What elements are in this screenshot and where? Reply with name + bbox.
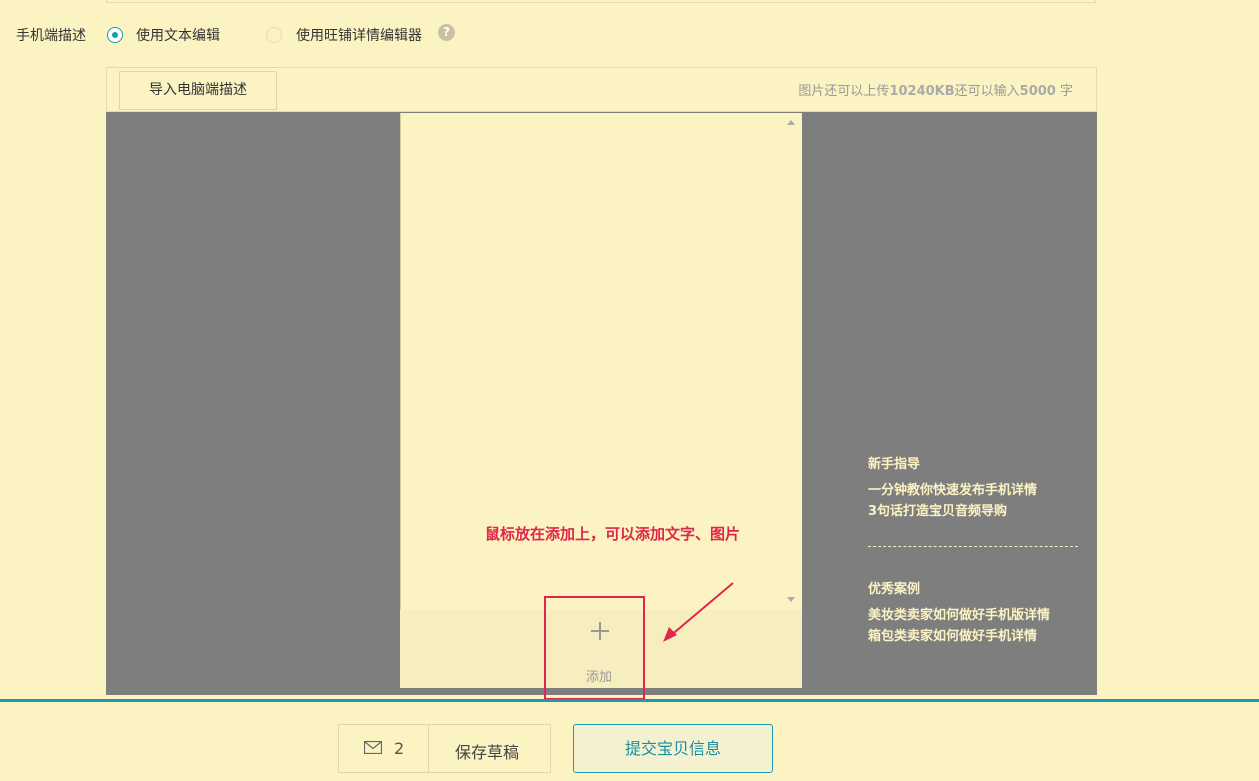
- mobile-desc-label: 手机端描述: [16, 28, 86, 44]
- message-button[interactable]: [338, 724, 429, 773]
- newbie-guide-link-2[interactable]: 3句话打造宝贝音频导购: [868, 500, 1007, 519]
- save-draft-button[interactable]: 保存草稿: [455, 739, 519, 763]
- scroll-down-icon[interactable]: [787, 597, 795, 602]
- footer-divider: [0, 699, 1259, 702]
- preview-scrollbar[interactable]: [783, 113, 802, 610]
- top-section-edge: [106, 0, 1096, 3]
- arrow-annotation-icon: [663, 582, 734, 642]
- quota-kb: 10240KB: [889, 84, 955, 99]
- annotation-tip: 鼠标放在添加上，可以添加文字、图片: [485, 525, 741, 543]
- cases-link-2[interactable]: 箱包类卖家如何做好手机详情: [868, 625, 1037, 644]
- radio-text-editor[interactable]: [107, 27, 123, 43]
- quota-suffix: 字: [1055, 84, 1073, 99]
- newbie-guide-link-1[interactable]: 一分钟教你快速发布手机详情: [868, 479, 1037, 498]
- radio-wangpu-editor[interactable]: [266, 27, 282, 43]
- guide-divider: [868, 546, 1078, 547]
- add-label[interactable]: 添加: [586, 666, 612, 685]
- quota-prefix: 图片还可以上传: [798, 84, 890, 99]
- cases-title: 优秀案例: [868, 582, 921, 597]
- message-count: 2: [394, 739, 405, 758]
- cases-link-1[interactable]: 美妆类卖家如何做好手机版详情: [868, 604, 1050, 623]
- scroll-up-icon[interactable]: [787, 120, 795, 125]
- quota-middle: 还可以输入: [954, 84, 1020, 99]
- quota-chars: 5000: [1019, 84, 1056, 99]
- upload-quota: 图片还可以上传10240KB还可以输入5000 字: [798, 80, 1073, 99]
- import-pc-desc-button[interactable]: 导入电脑端描述: [119, 71, 277, 110]
- newbie-guide-title: 新手指导: [868, 457, 921, 472]
- mail-icon: [364, 741, 382, 754]
- submit-item-button[interactable]: 提交宝贝信息: [573, 724, 773, 773]
- radio-text-editor-label[interactable]: 使用文本编辑: [136, 25, 220, 45]
- radio-wangpu-editor-label[interactable]: 使用旺铺详情编辑器: [296, 25, 422, 45]
- help-icon[interactable]: ?: [438, 24, 455, 41]
- plus-icon[interactable]: [589, 620, 611, 642]
